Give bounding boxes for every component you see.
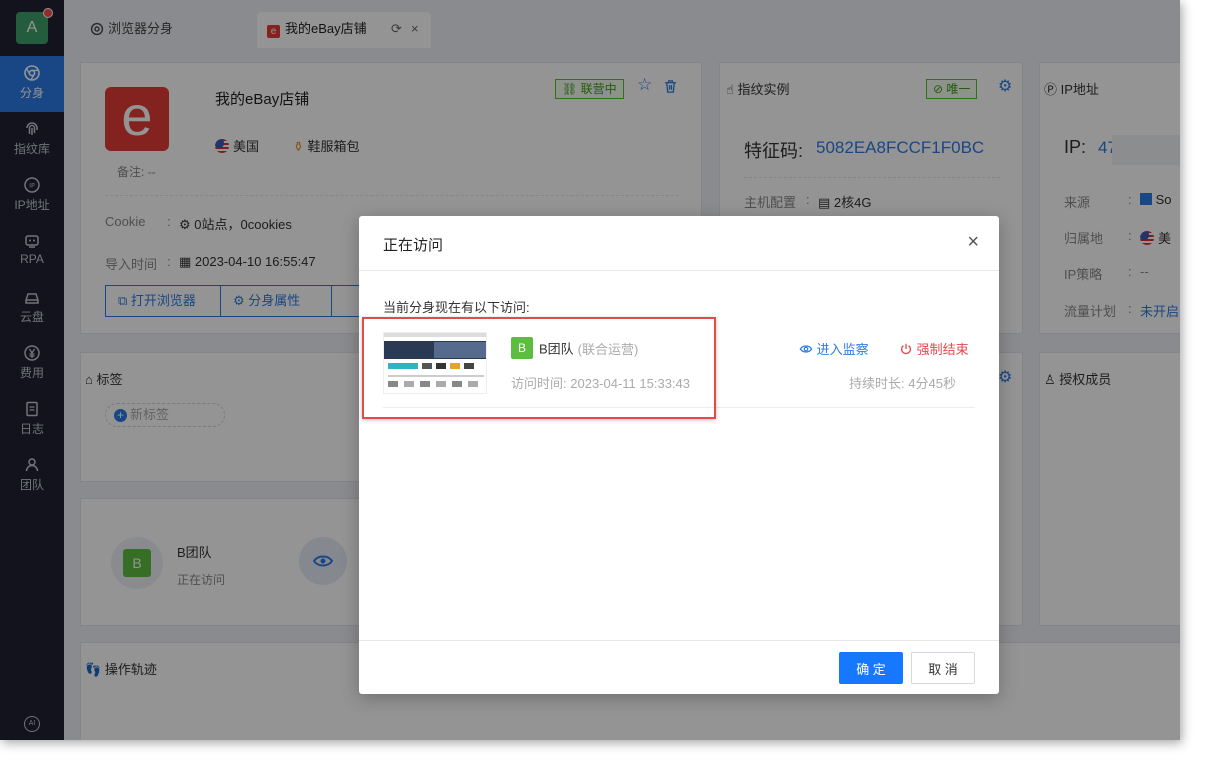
team-letter-badge: B bbox=[511, 337, 533, 359]
visit-team-role: (联合运营) bbox=[577, 341, 639, 357]
visit-team-name: B团队 bbox=[539, 341, 574, 357]
confirm-button[interactable]: 确 定 bbox=[839, 652, 903, 684]
dialog-subtitle: 当前分身现在有以下访问: bbox=[383, 300, 530, 315]
eye-icon bbox=[799, 345, 813, 353]
visit-row: B B团队 (联合运营) 访问时间: 2023-04-11 15:33:43 进入监… bbox=[383, 328, 975, 408]
page-thumbnail bbox=[383, 332, 487, 394]
cancel-button[interactable]: 取 消 bbox=[911, 652, 975, 684]
dialog-footer: 确 定 取 消 bbox=[359, 640, 999, 694]
visiting-dialog: 正在访问 × 当前分身现在有以下访问: B B团队 (联合运营) 访问时间: 2… bbox=[359, 216, 999, 694]
enter-monitor-link[interactable]: 进入监察 bbox=[799, 339, 869, 358]
force-end-link[interactable]: 强制结束 bbox=[899, 339, 969, 358]
visit-duration: 持续时长: 4分45秒 bbox=[849, 376, 956, 391]
visit-time: 访问时间: 2023-04-11 15:33:43 bbox=[511, 376, 690, 391]
close-icon[interactable]: × bbox=[967, 232, 979, 252]
dialog-title: 正在访问 bbox=[383, 237, 444, 254]
app-window: A 分身 指纹库 IP IP地址 RPA 云盘 费用 日志 团队 AI 浏览器分… bbox=[0, 0, 1180, 740]
visit-team: B B团队 (联合运营) bbox=[511, 337, 638, 359]
dialog-header: 正在访问 × bbox=[359, 216, 999, 271]
power-icon bbox=[901, 343, 911, 355]
